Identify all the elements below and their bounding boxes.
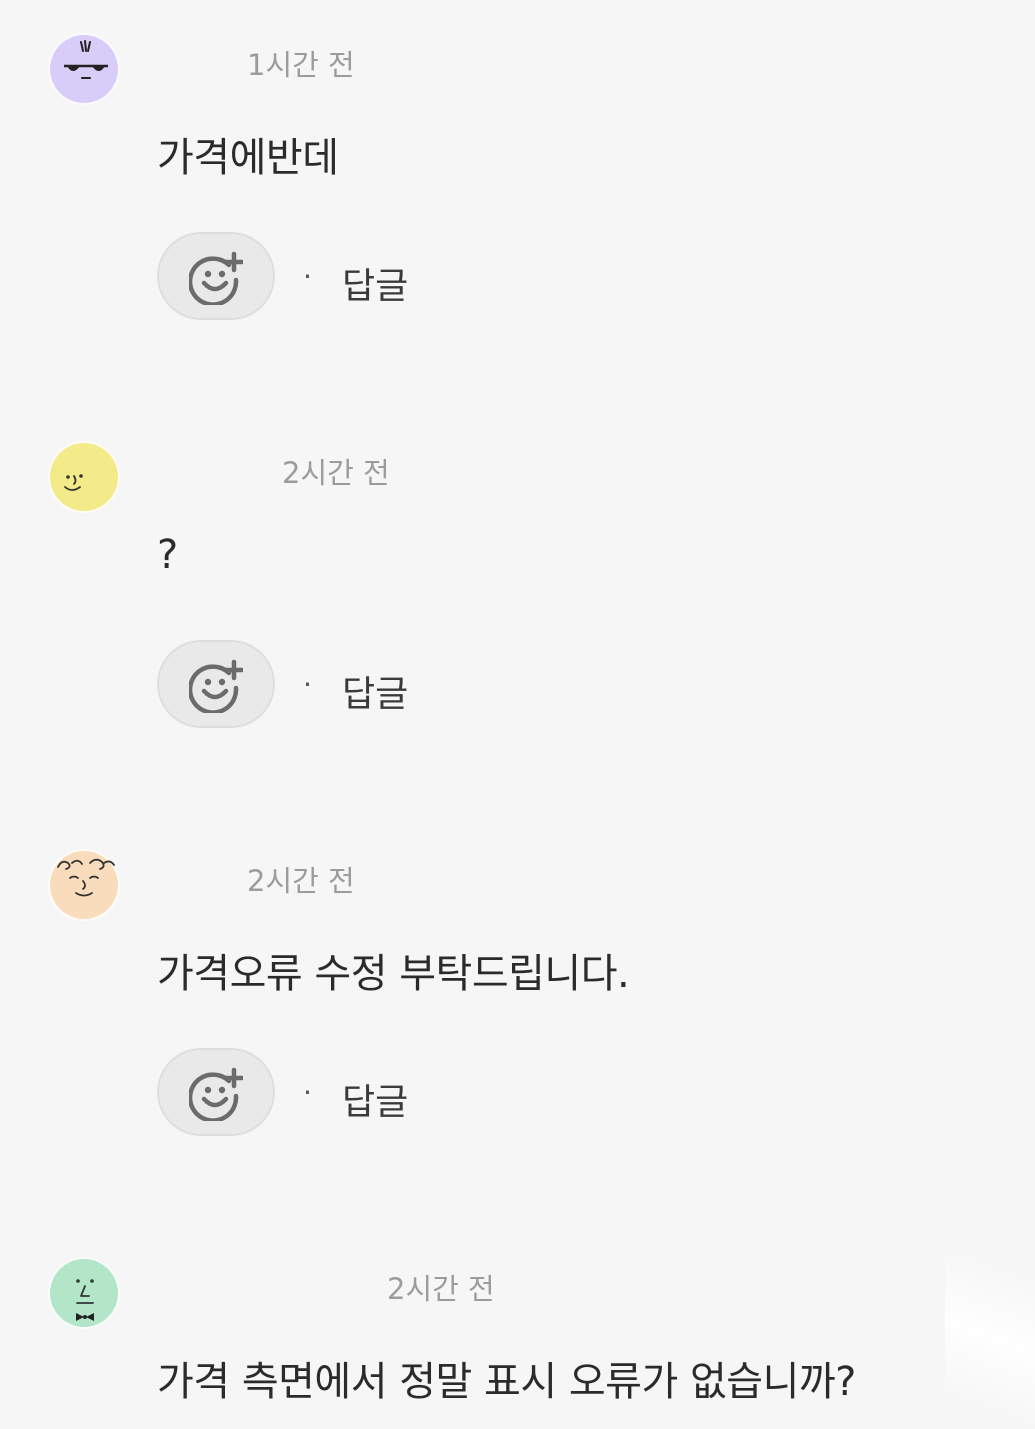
comment-timestamp: 2시간 전 — [387, 1272, 495, 1306]
sunglasses-face-icon — [64, 40, 108, 79]
smiling-face-icon — [64, 474, 83, 491]
sunglasses-face-avatar[interactable] — [48, 33, 120, 105]
bowtie-face-icon — [76, 1279, 94, 1321]
add-reaction-smiley-icon — [189, 251, 243, 305]
separator-dot: · — [303, 668, 312, 701]
comment-text: ? — [157, 532, 178, 578]
reply-button[interactable]: 답글 — [342, 665, 408, 717]
add-reaction-smiley-icon — [189, 1067, 243, 1121]
smiling-face-avatar[interactable] — [48, 441, 120, 513]
reply-button[interactable]: 답글 — [342, 257, 408, 309]
screen-glare — [945, 1190, 1035, 1429]
add-reaction-button[interactable] — [157, 232, 275, 320]
comment-timestamp: 2시간 전 — [282, 456, 390, 490]
comment-timestamp: 1시간 전 — [247, 48, 355, 82]
curly-hair-face-icon — [57, 858, 115, 897]
add-reaction-smiley-icon — [189, 659, 243, 713]
comment-timestamp: 2시간 전 — [247, 864, 355, 898]
add-reaction-button[interactable] — [157, 1048, 275, 1136]
reply-button[interactable]: 답글 — [342, 1073, 408, 1125]
separator-dot: · — [303, 1076, 312, 1109]
curly-hair-face-avatar[interactable] — [48, 849, 120, 921]
bowtie-face-avatar[interactable] — [48, 1257, 120, 1329]
add-reaction-button[interactable] — [157, 640, 275, 728]
comment-text: 가격오류 수정 부탁드립니다. — [157, 951, 630, 997]
comment-text: 가격 측면에서 정말 표시 오류가 없습니까? — [157, 1359, 856, 1405]
separator-dot: · — [303, 260, 312, 293]
comment-text: 가격에반데 — [157, 135, 339, 181]
